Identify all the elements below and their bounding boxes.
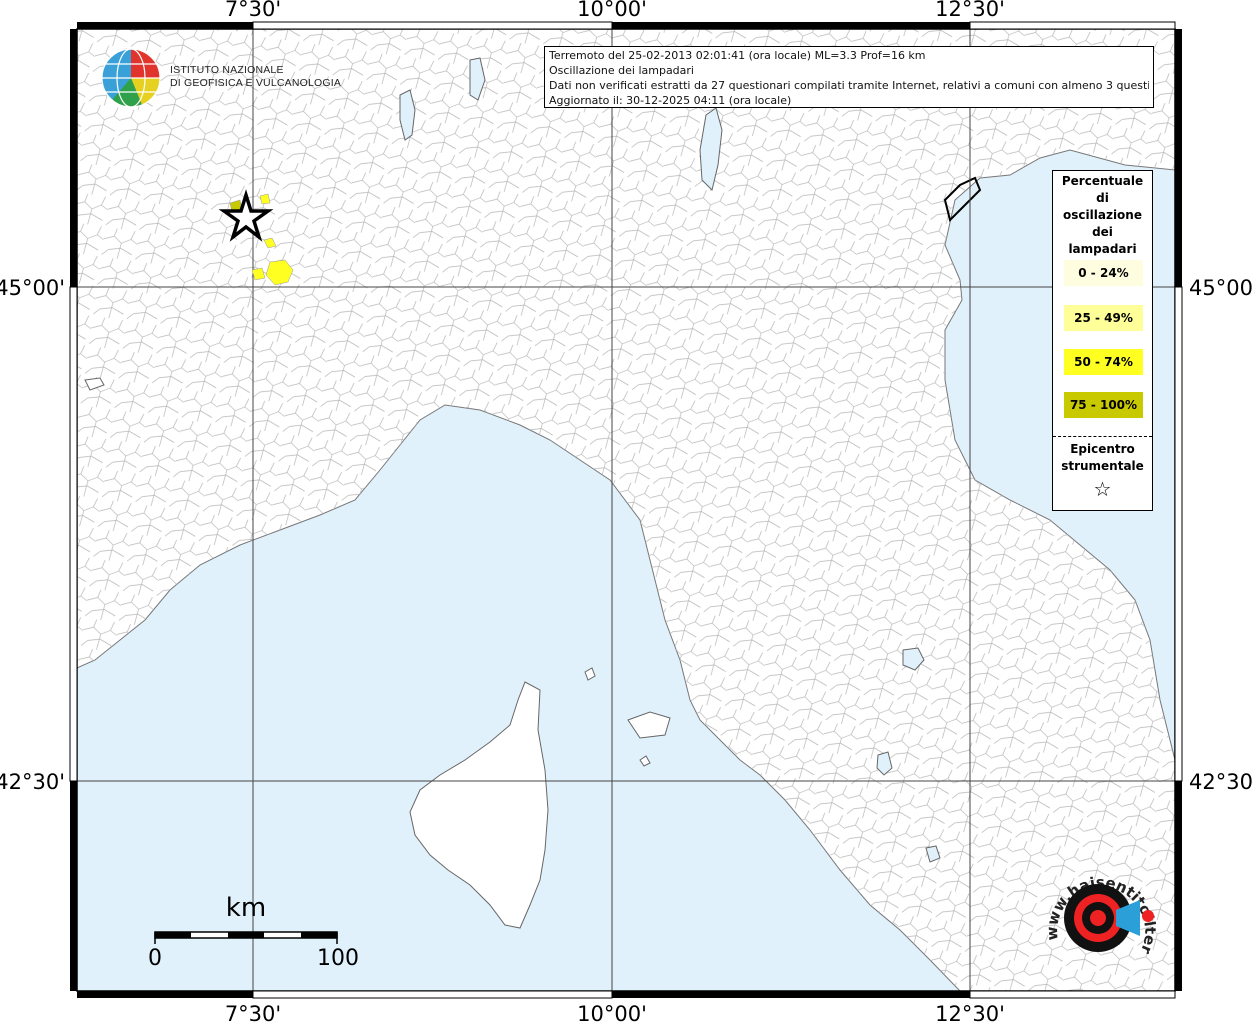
legend-star-icon: ☆ [1093, 477, 1112, 501]
ingv-globe-icon [101, 48, 161, 108]
scale-start-label: 0 [148, 946, 162, 971]
top-tick-label: 7°30' [225, 0, 281, 21]
ingv-line2: DI GEOFISICA E VULCANOLOGIA [170, 77, 342, 89]
right-tick-label: 42°30' [1189, 770, 1255, 794]
left-tick-label: 45°00' [0, 276, 65, 300]
scale-end-label: 100 [317, 946, 359, 971]
right-tick-label: 45°00' [1189, 276, 1255, 300]
event-info-line: Aggiornato il: 30-12-2025 04:11 (ora loc… [549, 94, 792, 107]
legend-item-25-49: 25 - 49% [1064, 305, 1143, 331]
seismograph-logo-icon: www.haisentitoilterremoto.it [1032, 846, 1159, 957]
legend-epicenter-line: Epicentro [1070, 442, 1135, 456]
bottom-tick-label: 12°30' [935, 1002, 1005, 1024]
legend-title-line: di [1096, 191, 1109, 205]
left-tick-label: 42°30' [0, 770, 65, 794]
legend-title: Percentuale di oscillazione dei lampadar… [1053, 173, 1152, 258]
event-info-line: Dati non verificati estratti da 27 quest… [549, 79, 1149, 92]
top-tick-label: 12°30' [935, 0, 1005, 21]
legend-title-line: dei [1092, 225, 1113, 239]
scale-unit: km [226, 893, 266, 923]
legend: Percentuale di oscillazione dei lampadar… [1052, 170, 1153, 511]
legend-epicenter-label: Epicentro strumentale [1053, 441, 1152, 475]
event-info-line: Oscillazione dei lampadari [549, 64, 694, 77]
ingv-name: ISTITUTO NAZIONALE DI GEOFISICA E VULCAN… [170, 64, 341, 90]
legend-separator [1053, 436, 1152, 437]
legend-epicenter-line: strumentale [1061, 459, 1144, 473]
legend-item-50-74: 50 - 74% [1064, 349, 1143, 375]
ingv-line1: ISTITUTO NAZIONALE [170, 64, 284, 76]
legend-item-75-100: 75 - 100% [1064, 392, 1143, 418]
legend-title-line: oscillazione [1063, 208, 1142, 222]
legend-item-0-24: 0 - 24% [1064, 260, 1143, 286]
event-info-line: Terremoto del 25-02-2013 02:01:41 (ora l… [549, 49, 926, 62]
top-tick-label: 10°00' [577, 0, 647, 21]
event-info-box: Terremoto del 25-02-2013 02:01:41 (ora l… [544, 46, 1154, 108]
haisentito-logo: www.haisentitoilterremoto.it [1032, 846, 1170, 980]
bottom-tick-label: 10°00' [577, 1002, 647, 1024]
legend-title-line: Percentuale [1061, 174, 1144, 188]
bottom-tick-label: 7°30' [225, 1002, 281, 1024]
legend-title-line: lampadari [1068, 242, 1137, 256]
